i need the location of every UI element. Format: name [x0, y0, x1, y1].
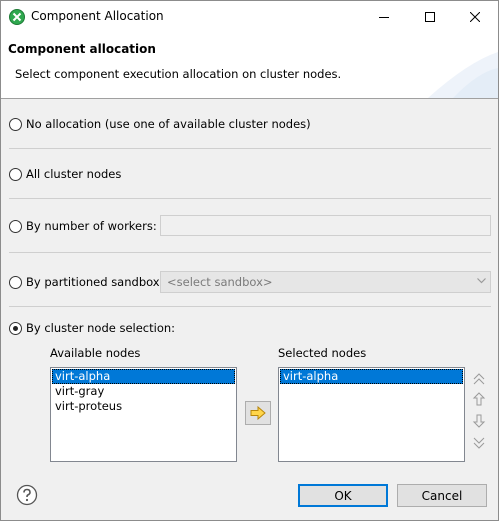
move-top-icon: [473, 373, 485, 385]
separator: [9, 198, 491, 199]
radio-button[interactable]: [9, 321, 22, 335]
banner-decoration: [428, 52, 498, 98]
chevron-down-icon: [477, 278, 486, 284]
move-bottom-button[interactable]: [471, 435, 487, 451]
move-down-button[interactable]: [471, 413, 487, 429]
move-down-icon: [472, 414, 486, 428]
radio-all-nodes[interactable]: All cluster nodes: [9, 167, 121, 181]
help-button[interactable]: [16, 484, 38, 506]
cluster-allocation-icon: [9, 9, 25, 25]
move-up-button[interactable]: [471, 391, 487, 407]
list-item[interactable]: virt-proteus: [52, 399, 235, 414]
dialog-window: Component Allocation Component allocatio…: [0, 0, 499, 521]
move-bottom-icon: [473, 437, 485, 449]
header-banner: Component allocation Select component ex…: [1, 32, 498, 99]
radio-by-workers[interactable]: By number of workers:: [9, 219, 157, 233]
radio-by-selection[interactable]: By cluster node selection:: [9, 321, 175, 335]
radio-no-allocation[interactable]: No allocation (use one of available clus…: [9, 117, 311, 131]
separator: [9, 148, 491, 149]
sandbox-select[interactable]: <select sandbox>: [160, 271, 491, 293]
radio-button[interactable]: [9, 275, 22, 289]
sandbox-select-value: <select sandbox>: [167, 275, 273, 289]
radio-button[interactable]: [9, 167, 22, 181]
ok-button[interactable]: OK: [298, 484, 388, 507]
move-up-icon: [472, 392, 486, 406]
separator: [9, 306, 491, 307]
title-bar[interactable]: Component Allocation: [1, 1, 498, 32]
list-item[interactable]: virt-gray: [52, 384, 235, 399]
list-item[interactable]: virt-alpha: [280, 369, 463, 384]
help-icon: [16, 484, 38, 506]
arrow-right-icon: [250, 406, 266, 420]
selected-nodes-list[interactable]: virt-alpha: [278, 367, 465, 462]
radio-label: By cluster node selection:: [26, 321, 176, 335]
close-button[interactable]: [452, 1, 498, 32]
list-item[interactable]: virt-alpha: [52, 369, 235, 384]
minimize-button[interactable]: [361, 1, 407, 32]
separator: [9, 252, 491, 253]
radio-by-sandbox[interactable]: By partitioned sandbox:: [9, 275, 163, 289]
available-nodes-list[interactable]: virt-alpha virt-gray virt-proteus: [50, 367, 237, 462]
move-top-button[interactable]: [471, 371, 487, 387]
available-nodes-label: Available nodes: [50, 346, 141, 360]
window-title: Component Allocation: [31, 9, 164, 23]
radio-label: All cluster nodes: [26, 167, 122, 181]
selected-nodes-label: Selected nodes: [278, 346, 367, 360]
banner-description: Select component execution allocation on…: [15, 67, 342, 81]
radio-button[interactable]: [9, 219, 22, 233]
radio-button[interactable]: [9, 117, 22, 131]
add-node-button[interactable]: [245, 401, 271, 425]
workers-input[interactable]: [160, 215, 491, 236]
maximize-button[interactable]: [407, 1, 453, 32]
banner-title: Component allocation: [8, 42, 156, 56]
radio-label: By partitioned sandbox:: [26, 275, 164, 289]
radio-label: By number of workers:: [26, 219, 157, 233]
cancel-button[interactable]: Cancel: [397, 484, 487, 507]
radio-label: No allocation (use one of available clus…: [26, 117, 311, 131]
